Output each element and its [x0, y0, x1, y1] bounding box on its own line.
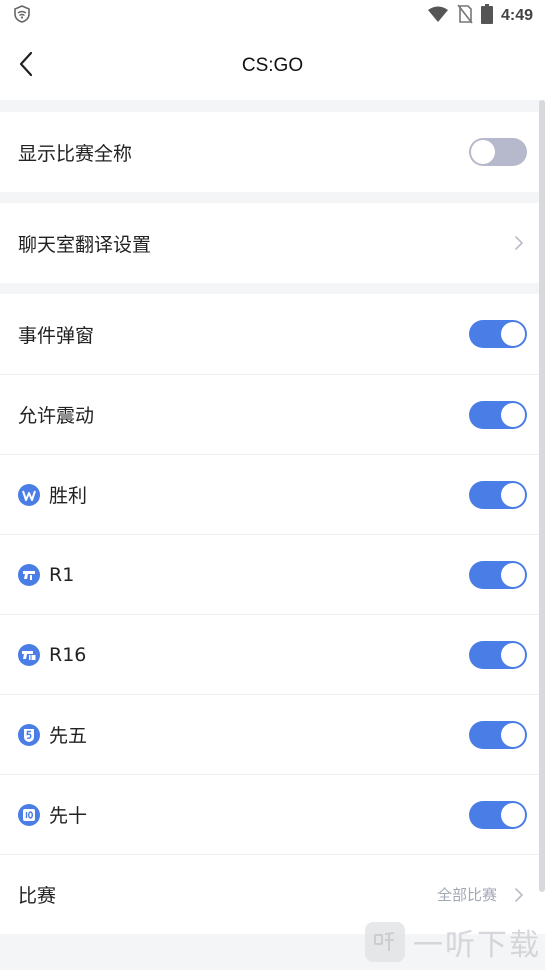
- toggle-knob: [501, 482, 525, 507]
- no-sim-icon: [457, 4, 473, 28]
- row-label: 事件弹窗: [18, 324, 95, 347]
- win-badge-icon: [18, 483, 40, 506]
- first-ten-toggle[interactable]: [469, 800, 527, 829]
- r1-toggle[interactable]: [469, 560, 527, 589]
- display-section: 显示比赛全称: [0, 112, 545, 192]
- row-right: [469, 800, 527, 829]
- pistol-round-icon: [18, 563, 40, 586]
- toggle-knob: [501, 402, 525, 427]
- row-label: 先五: [49, 725, 88, 747]
- status-right: 4:49: [427, 4, 533, 28]
- row-show-full-name: 显示比赛全称: [0, 112, 545, 192]
- row-r1: R1: [0, 534, 545, 614]
- wifi-icon: [427, 5, 449, 27]
- row-right: [469, 640, 527, 669]
- row-label: 胜利: [49, 485, 88, 507]
- pistol-round-16-icon: [18, 643, 40, 666]
- toggle-knob: [501, 802, 525, 827]
- chevron-right-icon: [511, 887, 527, 903]
- security-shield-icon: [12, 4, 32, 28]
- toggle-knob: [471, 140, 495, 164]
- status-bar: 4:49: [0, 0, 545, 32]
- back-button[interactable]: [8, 48, 44, 84]
- toggle-knob: [501, 642, 525, 667]
- scrollbar[interactable]: [539, 100, 545, 892]
- row-label: 聊天室翻译设置: [18, 233, 152, 256]
- row-right: [469, 138, 527, 166]
- show-full-name-toggle[interactable]: [469, 138, 527, 166]
- row-chat-translation[interactable]: 聊天室翻译设置: [0, 203, 545, 283]
- row-first-five: 先五: [0, 694, 545, 774]
- toggle-knob: [501, 722, 525, 747]
- row-label: 先十: [49, 805, 88, 827]
- row-right: 全部比赛: [437, 884, 527, 905]
- first-five-toggle[interactable]: [469, 720, 527, 749]
- status-left: [12, 4, 32, 28]
- row-label: 允许震动: [18, 405, 95, 427]
- chevron-right-icon: [511, 235, 527, 251]
- row-vibration: 允许震动: [0, 374, 545, 454]
- translation-section: 聊天室翻译设置: [0, 203, 545, 283]
- matches-value: 全部比赛: [436, 886, 497, 904]
- row-label: R1: [49, 563, 75, 586]
- vibration-toggle[interactable]: [469, 400, 527, 429]
- battery-icon: [480, 4, 493, 28]
- row-win: 胜利: [0, 454, 545, 534]
- event-popup-toggle[interactable]: [469, 320, 527, 348]
- row-r16: R16: [0, 614, 545, 694]
- row-first-ten: 先十: [0, 774, 545, 854]
- row-right: [469, 560, 527, 589]
- page-title: CS:GO: [241, 55, 304, 76]
- row-right: [469, 400, 527, 429]
- row-right: [469, 720, 527, 749]
- row-label: R16: [49, 643, 87, 666]
- watermark-logo-icon: [365, 922, 405, 962]
- row-right: [469, 320, 527, 348]
- row-label: 显示比赛全称: [18, 142, 133, 165]
- notification-section: 事件弹窗 允许震动 胜利 R1 R16 先五 先十 比赛 全部比赛: [0, 294, 545, 934]
- win-toggle[interactable]: [469, 480, 527, 509]
- first-ten-badge-icon: [18, 803, 40, 826]
- row-right: [511, 235, 527, 251]
- row-label: 比赛: [18, 885, 57, 907]
- toggle-knob: [501, 322, 525, 346]
- watermark: 一听下载: [365, 920, 541, 964]
- row-right: [469, 480, 527, 509]
- nav-bar: CS:GO: [0, 32, 545, 100]
- r16-toggle[interactable]: [469, 640, 527, 669]
- chevron-left-icon: [17, 50, 35, 82]
- status-time: 4:49: [500, 7, 533, 24]
- first-five-badge-icon: [18, 723, 40, 746]
- watermark-text: 一听下载: [413, 928, 541, 963]
- toggle-knob: [501, 562, 525, 587]
- row-event-popup: 事件弹窗: [0, 294, 545, 374]
